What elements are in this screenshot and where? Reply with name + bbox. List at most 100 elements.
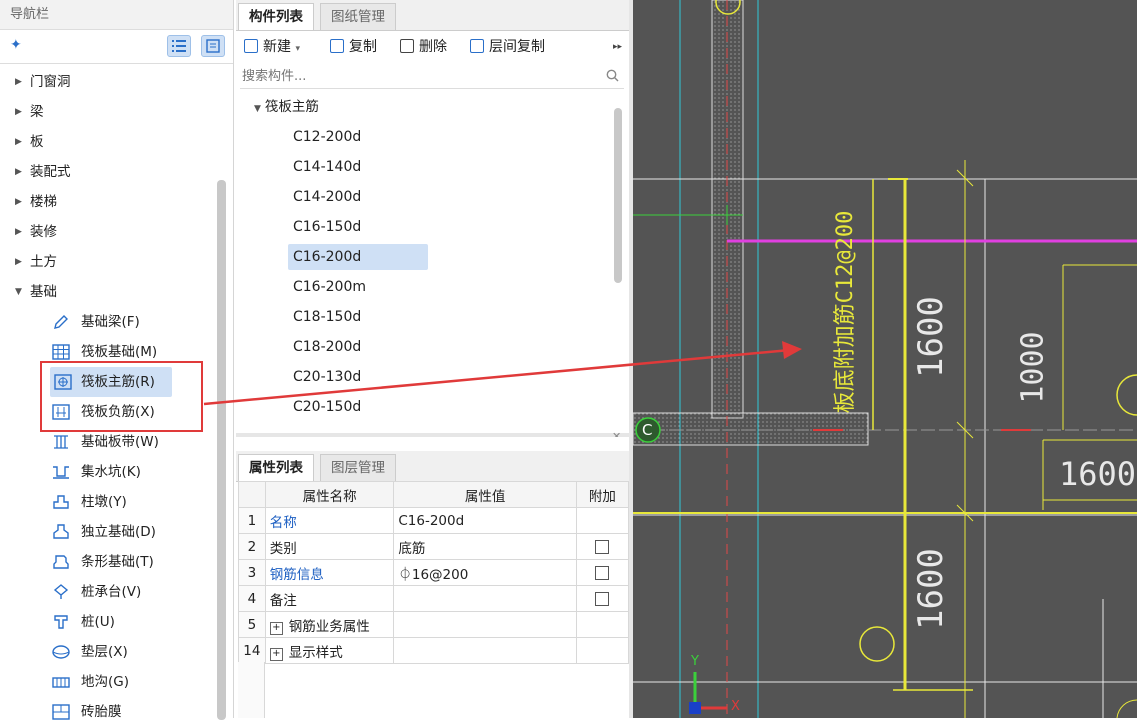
component-search	[240, 64, 624, 89]
table-row[interactable]: 14 + 显示样式	[238, 637, 630, 664]
search-icon[interactable]	[606, 69, 619, 82]
nav-category-door-window[interactable]: ▶ 门窗洞	[0, 67, 215, 97]
property-panel: 属性列表 图层管理 属性名称 属性值 附加 1 名称 C16-200d 2 类别…	[236, 437, 630, 718]
pier-icon	[53, 495, 69, 509]
value-cell[interactable]: ⏀16@200	[393, 559, 577, 586]
table-row[interactable]: 3 钢筋信息 ⏀16@200	[238, 559, 630, 586]
strip-icon	[54, 435, 68, 449]
copy-icon	[330, 39, 344, 53]
nav-item-pile-cap[interactable]: 桩承台(V)	[52, 577, 212, 607]
nav-item-sump-pit[interactable]: 集水坑(K)	[52, 457, 212, 487]
extra-checkbox[interactable]	[595, 591, 610, 606]
tab-layer-management[interactable]: 图层管理	[320, 454, 396, 481]
property-tabbar: 属性列表 图层管理	[236, 451, 629, 482]
nav-category-earthwork[interactable]: ▶ 土方	[0, 247, 215, 277]
floor-copy-icon	[470, 39, 484, 53]
table-row[interactable]: 2 类别 底筋	[238, 533, 630, 560]
nav-item-foundation-beam[interactable]: 基础梁(F)	[52, 307, 212, 337]
navigation-panel: 导航栏 ✦ ▶ 门窗洞 ▶ 梁 ▶ 板 ▶ 装配式 ▶ 楼梯 ▶ 装修 ▶ 土方 ▼ 基础 基础…	[0, 0, 234, 720]
rebar-annotation-text: 板底附加筋C12@200	[833, 210, 858, 414]
copy-button[interactable]: 复制	[330, 32, 377, 62]
search-input[interactable]	[240, 64, 594, 88]
annotation-highlight-box	[40, 361, 203, 432]
grid-icon	[52, 344, 70, 360]
cad-drawing-canvas[interactable]: 1600 1000 1600 1600 板底附加筋C12@200 C Y X	[633, 0, 1137, 718]
more-tools-icon[interactable]: ▸▸	[613, 32, 622, 62]
nav-item-trench[interactable]: 地沟(G)	[52, 667, 212, 697]
dimension-1600: 1600	[1059, 455, 1137, 493]
new-icon	[244, 39, 258, 53]
nav-category-decoration[interactable]: ▶ 装修	[0, 217, 215, 247]
nav-item-column-pier[interactable]: 柱墩(Y)	[52, 487, 212, 517]
list-item[interactable]: C14-200d	[288, 184, 428, 210]
new-button[interactable]: 新建 ▾	[244, 32, 300, 62]
nav-category-foundation[interactable]: ▼ 基础	[0, 277, 215, 307]
trash-icon	[400, 39, 414, 53]
strip-footing-icon	[53, 555, 69, 569]
list-view-icon[interactable]	[167, 35, 191, 57]
tab-property-list[interactable]: 属性列表	[238, 454, 314, 481]
header-extra: 附加	[575, 481, 630, 508]
tree-root-raft-main-rebar[interactable]: ▼ 筏板主筋	[254, 94, 319, 120]
nav-category-beam[interactable]: ▶ 梁	[0, 97, 215, 127]
nav-toolbar: ✦	[0, 31, 233, 64]
nav-item-pile[interactable]: 桩(U)	[52, 607, 212, 637]
header-value: 属性值	[393, 481, 577, 508]
list-item[interactable]: C20-130d	[288, 364, 428, 390]
dimension-1000: 1000	[1015, 331, 1051, 404]
list-item[interactable]: C16-200m	[288, 274, 428, 300]
expand-icon[interactable]: +	[269, 621, 283, 635]
value-cell[interactable]: C16-200d	[393, 507, 577, 534]
nav-scrollbar[interactable]	[217, 180, 226, 720]
component-tabbar: 构件列表 图纸管理	[236, 0, 629, 31]
ucs-x-label: X	[731, 699, 740, 714]
component-scrollbar[interactable]	[614, 108, 622, 283]
expand-icon[interactable]: +	[269, 647, 283, 661]
list-item[interactable]: C20-150d	[288, 394, 428, 420]
extra-checkbox[interactable]	[595, 539, 610, 554]
pencil-icon	[54, 315, 68, 329]
trench-icon	[52, 677, 70, 688]
table-row[interactable]: 4 备注	[238, 585, 630, 612]
dimension-1600: 1600	[911, 548, 951, 630]
value-cell[interactable]	[393, 585, 577, 612]
dimension-1600: 1600	[911, 296, 951, 378]
sparkle-icon[interactable]: ✦	[10, 37, 22, 53]
floor-copy-button[interactable]: 层间复制	[470, 32, 545, 62]
nav-category-stair[interactable]: ▶ 楼梯	[0, 187, 215, 217]
list-item[interactable]: C16-150d	[288, 214, 428, 240]
property-table: 属性名称 属性值 附加 1 名称 C16-200d 2 类别 底筋 3 钢筋信息…	[238, 481, 630, 664]
nav-category-slab[interactable]: ▶ 板	[0, 127, 215, 157]
table-header: 属性名称 属性值 附加	[238, 481, 630, 508]
value-cell[interactable]: 底筋	[393, 533, 577, 560]
nav-category-prefab[interactable]: ▶ 装配式	[0, 157, 215, 187]
ucs-y-label: Y	[691, 654, 699, 669]
delete-button[interactable]: 删除	[400, 32, 447, 62]
table-row[interactable]: 5 + 钢筋业务属性	[238, 611, 630, 638]
nav-item-isolated-footing[interactable]: 独立基础(D)	[52, 517, 212, 547]
cushion-icon	[52, 645, 70, 659]
axis-label-c: C	[642, 421, 653, 439]
list-item[interactable]: C18-200d	[288, 334, 428, 360]
header-name: 属性名称	[264, 481, 395, 508]
footing-icon	[53, 524, 69, 539]
list-item[interactable]: C14-140d	[288, 154, 428, 180]
tab-component-list[interactable]: 构件列表	[238, 3, 314, 30]
component-list-panel: 构件列表 图纸管理 新建 ▾ 复制 删除 层间复制 ▸▸ ▼筏板主筋 C12-2…	[236, 0, 629, 433]
cad-drawing	[633, 0, 1137, 718]
nav-item-cushion[interactable]: 垫层(X)	[52, 637, 212, 667]
list-item[interactable]: C18-150d	[288, 304, 428, 330]
table-row[interactable]: 1 名称 C16-200d	[238, 507, 630, 534]
extra-checkbox[interactable]	[595, 565, 610, 580]
list-item-selected[interactable]: C16-200d	[288, 244, 428, 270]
nav-item-brick-formwork[interactable]: 砖胎膜	[52, 697, 212, 727]
pile-cap-icon	[53, 584, 69, 599]
detail-view-icon[interactable]	[201, 35, 225, 57]
list-item[interactable]: C12-200d	[288, 124, 428, 150]
component-toolbar: 新建 ▾ 复制 删除 层间复制 ▸▸	[236, 32, 629, 62]
pit-icon	[53, 466, 69, 479]
pile-icon	[54, 615, 68, 629]
tab-drawing-management[interactable]: 图纸管理	[320, 3, 396, 30]
nav-panel-title: 导航栏	[0, 0, 233, 30]
nav-item-strip-footing[interactable]: 条形基础(T)	[52, 547, 212, 577]
